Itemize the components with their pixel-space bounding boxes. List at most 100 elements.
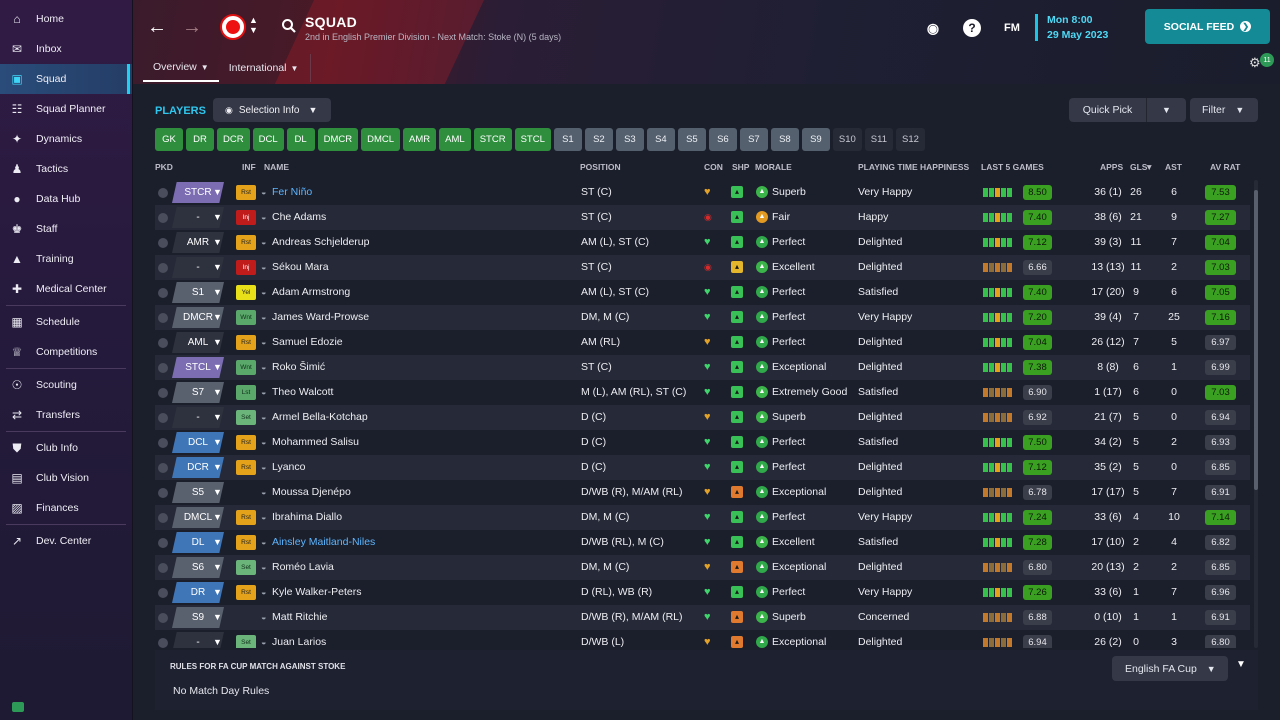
pick-checkbox[interactable] (158, 638, 168, 648)
tab-international[interactable]: International ▼ (219, 54, 309, 82)
player-name[interactable]: James Ward-Prowse (272, 305, 369, 330)
player-name[interactable]: Andreas Schjelderup (272, 230, 369, 255)
col-position[interactable]: POSITION (580, 162, 621, 172)
chevron-down-icon[interactable]: ▼ (1147, 105, 1186, 115)
chevron-down-icon[interactable]: ▼ (213, 405, 222, 430)
chevron-down-icon[interactable]: ▼ (213, 305, 222, 330)
pick-checkbox[interactable] (158, 313, 168, 323)
sidebar-item-inbox[interactable]: ✉ Inbox (0, 34, 132, 64)
chevron-down-icon[interactable]: ▼ (213, 330, 222, 355)
col-shp[interactable]: SHP (732, 162, 749, 172)
help-icon[interactable]: ? (963, 19, 981, 37)
table-row[interactable]: S6 ▼ Set ◒ Roméo Lavia DM, M (C) ♥ ▴ ▲ Exceptiona… (155, 555, 1250, 580)
table-row[interactable]: DMCR ▼ Wnt ◒ James Ward-Prowse DM, M (C) ♥ ▴ ▲ Pe… (155, 305, 1250, 330)
chevron-down-icon[interactable]: ▼ (213, 480, 222, 505)
chevron-down-icon[interactable]: ▼ (213, 455, 222, 480)
col-pkd[interactable]: PKD (155, 162, 173, 172)
social-feed-button[interactable]: SOCIAL FEED ❯ (1145, 9, 1270, 44)
player-name[interactable]: Kyle Walker-Peters (272, 580, 361, 605)
date-display[interactable]: Mon 8:00 29 May 2023 (1035, 14, 1108, 41)
position-filter-dcl[interactable]: DCL (252, 128, 284, 151)
table-row[interactable]: - ▼ Set ◒ Juan Larios D/WB (L) ♥ ▴ ▲ Exceptional D… (155, 630, 1250, 648)
position-filter-dmcl[interactable]: DMCL (361, 128, 401, 151)
pick-checkbox[interactable] (158, 188, 168, 198)
position-filter-s9[interactable]: S9 (801, 128, 830, 151)
player-name[interactable]: Adam Armstrong (272, 280, 350, 305)
col-con[interactable]: CON (704, 162, 723, 172)
position-filter-gk[interactable]: GK (155, 128, 183, 151)
sidebar-item-home[interactable]: ⌂ Home (0, 4, 132, 34)
pick-checkbox[interactable] (158, 613, 168, 623)
position-filter-s8[interactable]: S8 (770, 128, 799, 151)
chevron-down-icon[interactable]: ▼ (213, 505, 222, 530)
collapse-chevron-icon[interactable]: ▼ (1236, 659, 1246, 670)
sidebar-item-medical-center[interactable]: ✚ Medical Center (0, 274, 132, 304)
player-name[interactable]: Samuel Edozie (272, 330, 343, 355)
chevron-down-icon[interactable]: ▼ (213, 380, 222, 405)
position-filter-dl[interactable]: DL (286, 128, 315, 151)
table-row[interactable]: - ▼ Inj ◒ Che Adams ST (C) ◉ ▴ ▲ Fair Happy 7.40 38 … (155, 205, 1250, 230)
table-row[interactable]: DL ▼ Rst ◒ Ainsley Maitland-Niles D/WB (RL), … (155, 530, 1250, 555)
pick-checkbox[interactable] (158, 238, 168, 248)
position-filter-dcr[interactable]: DCR (217, 128, 250, 151)
table-row[interactable]: DCL ▼ Rst ◒ Mohammed Salisu D (C) ♥ ▴ ▲ Perfect Sa… (155, 430, 1250, 455)
chevron-down-icon[interactable]: ▼ (213, 555, 222, 580)
pick-checkbox[interactable] (158, 213, 168, 223)
player-name[interactable]: Matt Ritchie (272, 605, 327, 630)
table-row[interactable]: DR ▼ Rst ◒ Kyle Walker-Peters D (RL), WB (R) ♥… (155, 580, 1250, 605)
sidebar-item-dynamics[interactable]: ✦ Dynamics (0, 124, 132, 154)
status-icon[interactable] (12, 702, 24, 712)
player-name[interactable]: Che Adams (272, 205, 326, 230)
position-filter-s4[interactable]: S4 (646, 128, 675, 151)
position-filter-dr[interactable]: DR (186, 128, 214, 151)
pick-checkbox[interactable] (158, 563, 168, 573)
col-name[interactable]: NAME (264, 162, 289, 172)
position-filter-s7[interactable]: S7 (739, 128, 768, 151)
position-filter-stcr[interactable]: STCR (473, 128, 512, 151)
table-row[interactable]: - ▼ Set ◒ Armel Bella-Kotchap D (C) ♥ ▴ ▲ Superb D… (155, 405, 1250, 430)
position-filter-s5[interactable]: S5 (677, 128, 706, 151)
table-row[interactable]: DMCL ▼ Rst ◒ Ibrahima Diallo DM, M (C) ♥ ▴ ▲ Perf… (155, 505, 1250, 530)
player-name[interactable]: Roko Šimić (272, 355, 325, 380)
table-row[interactable]: AMR ▼ Rst ◒ Andreas Schjelderup AM (L), ST (C… (155, 230, 1250, 255)
pick-checkbox[interactable] (158, 363, 168, 373)
position-filter-s12[interactable]: S12 (895, 128, 925, 151)
col-inf[interactable]: INF (242, 162, 256, 172)
player-name[interactable]: Lyanco (272, 455, 305, 480)
table-row[interactable]: - ▼ Inj ◒ Sékou Mara ST (C) ◉ ▴ ▲ Excellent Deligh… (155, 255, 1250, 280)
pick-checkbox[interactable] (158, 263, 168, 273)
col-happiness[interactable]: PLAYING TIME HAPPINESS (858, 162, 969, 172)
chevron-down-icon[interactable]: ▼ (213, 355, 222, 380)
player-name[interactable]: Moussa Djenépo (272, 480, 351, 505)
position-filter-s3[interactable]: S3 (615, 128, 644, 151)
table-row[interactable]: S9 ▼ ◒ Matt Ritchie D/WB (R), M/AM (RL) ♥ ▴ ▲ Su… (155, 605, 1250, 630)
player-name[interactable]: Armel Bella-Kotchap (272, 405, 368, 430)
sidebar-item-finances[interactable]: ▨ Finances (0, 493, 132, 523)
back-arrow-icon[interactable]: ← (143, 13, 171, 41)
sidebar-item-transfers[interactable]: ⇄ Transfers (0, 400, 132, 430)
position-filter-s1[interactable]: S1 (553, 128, 582, 151)
position-filter-aml[interactable]: AML (439, 128, 471, 151)
pick-checkbox[interactable] (158, 388, 168, 398)
forward-arrow-icon[interactable]: → (178, 13, 206, 41)
player-name[interactable]: Sékou Mara (272, 255, 329, 280)
club-switch-icon[interactable]: ▲ ▼ (249, 15, 258, 35)
player-name[interactable]: Ainsley Maitland-Niles (272, 530, 375, 555)
table-row[interactable]: S1 ▼ Yel ◒ Adam Armstrong AM (L), ST (C) ♥ ▴ ▲ Pe… (155, 280, 1250, 305)
position-filter-s6[interactable]: S6 (708, 128, 737, 151)
sidebar-item-club-info[interactable]: ⛊ Club Info (0, 433, 132, 463)
search-icon[interactable] (281, 18, 297, 34)
selection-info-button[interactable]: ◉ Selection Info ▼ (213, 98, 331, 122)
globe-icon[interactable]: ◉ (923, 18, 943, 38)
table-scrollbar[interactable] (1254, 180, 1258, 648)
table-row[interactable]: STCR ▼ Rst ◒ Fer Niño ST (C) ♥ ▴ ▲ Superb Very Hap… (155, 180, 1250, 205)
pick-checkbox[interactable] (158, 463, 168, 473)
filter-button[interactable]: Filter ▼ (1190, 98, 1258, 122)
sidebar-item-training[interactable]: ▲ Training (0, 244, 132, 274)
club-badge-icon[interactable] (220, 14, 246, 40)
pick-checkbox[interactable] (158, 338, 168, 348)
chevron-down-icon[interactable]: ▼ (213, 430, 222, 455)
sidebar-item-schedule[interactable]: ▦ Schedule (0, 307, 132, 337)
chevron-down-icon[interactable]: ▼ (213, 605, 222, 630)
col-apps[interactable]: APPS (1100, 162, 1123, 172)
